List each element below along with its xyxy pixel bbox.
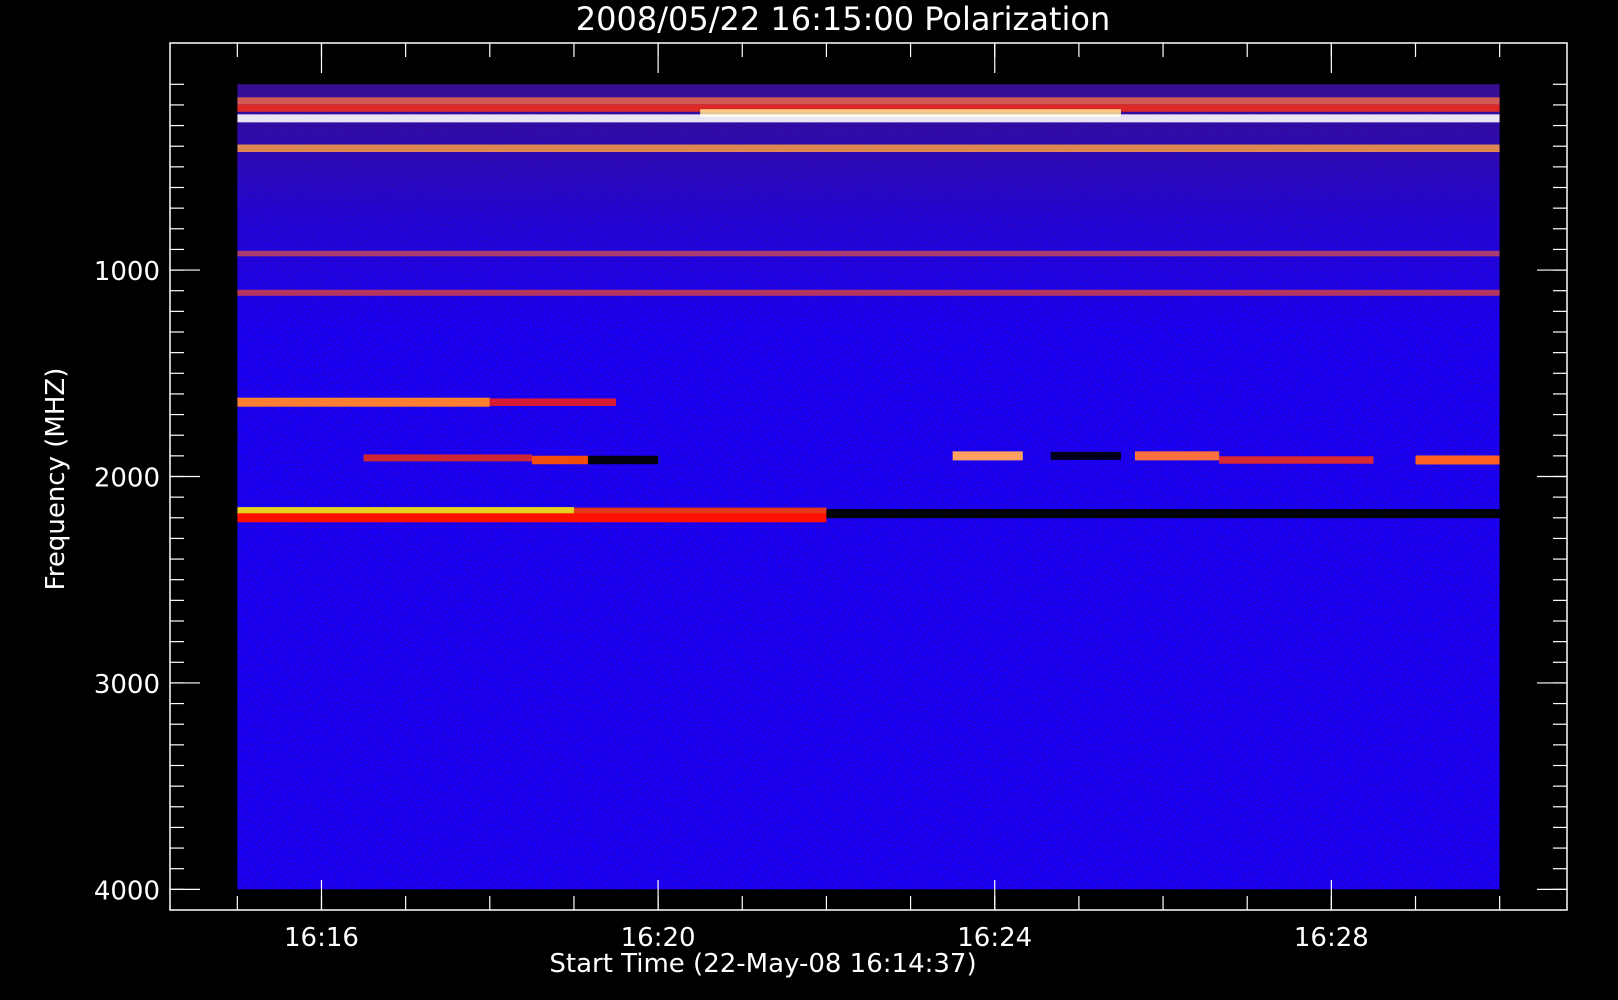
heatmap-band bbox=[1219, 456, 1374, 464]
heatmap-band bbox=[237, 97, 1500, 105]
heatmap-band bbox=[363, 454, 532, 462]
x-tick-label: 16:16 bbox=[284, 923, 359, 953]
heatmap-band bbox=[489, 398, 617, 406]
chart-title: 2008/05/22 16:15:00 Polarization bbox=[576, 0, 1110, 38]
heatmap-band bbox=[531, 455, 588, 465]
x-tick-label: 16:28 bbox=[1294, 923, 1369, 953]
heatmap-band bbox=[237, 513, 827, 523]
heatmap-band bbox=[237, 114, 1500, 123]
heatmap-band bbox=[237, 250, 1500, 257]
x-axis-label: Start Time (22-May-08 16:14:37) bbox=[549, 949, 976, 979]
heatmap-band bbox=[826, 509, 1500, 519]
y-tick-label: 4000 bbox=[94, 876, 160, 906]
polarization-chart: 2008/05/22 16:15:00 Polarization 1000 200… bbox=[41, 0, 1568, 979]
heatmap-band bbox=[1050, 451, 1121, 460]
heatmap-band bbox=[952, 451, 1023, 461]
y-tick-label: 1000 bbox=[94, 257, 160, 287]
heatmap-band bbox=[1134, 451, 1220, 461]
y-axis-label: Frequency (MHZ) bbox=[41, 368, 71, 591]
heatmap-band bbox=[237, 144, 1500, 153]
heatmap-noise bbox=[237, 84, 1500, 890]
y-tick-label: 3000 bbox=[94, 670, 160, 700]
y-tick-label: 2000 bbox=[94, 464, 160, 494]
heatmap-band bbox=[1415, 455, 1500, 465]
heatmap-band bbox=[587, 455, 659, 465]
heatmap-band bbox=[237, 289, 1500, 296]
plot-area bbox=[237, 84, 1500, 890]
heatmap-band bbox=[237, 397, 490, 407]
